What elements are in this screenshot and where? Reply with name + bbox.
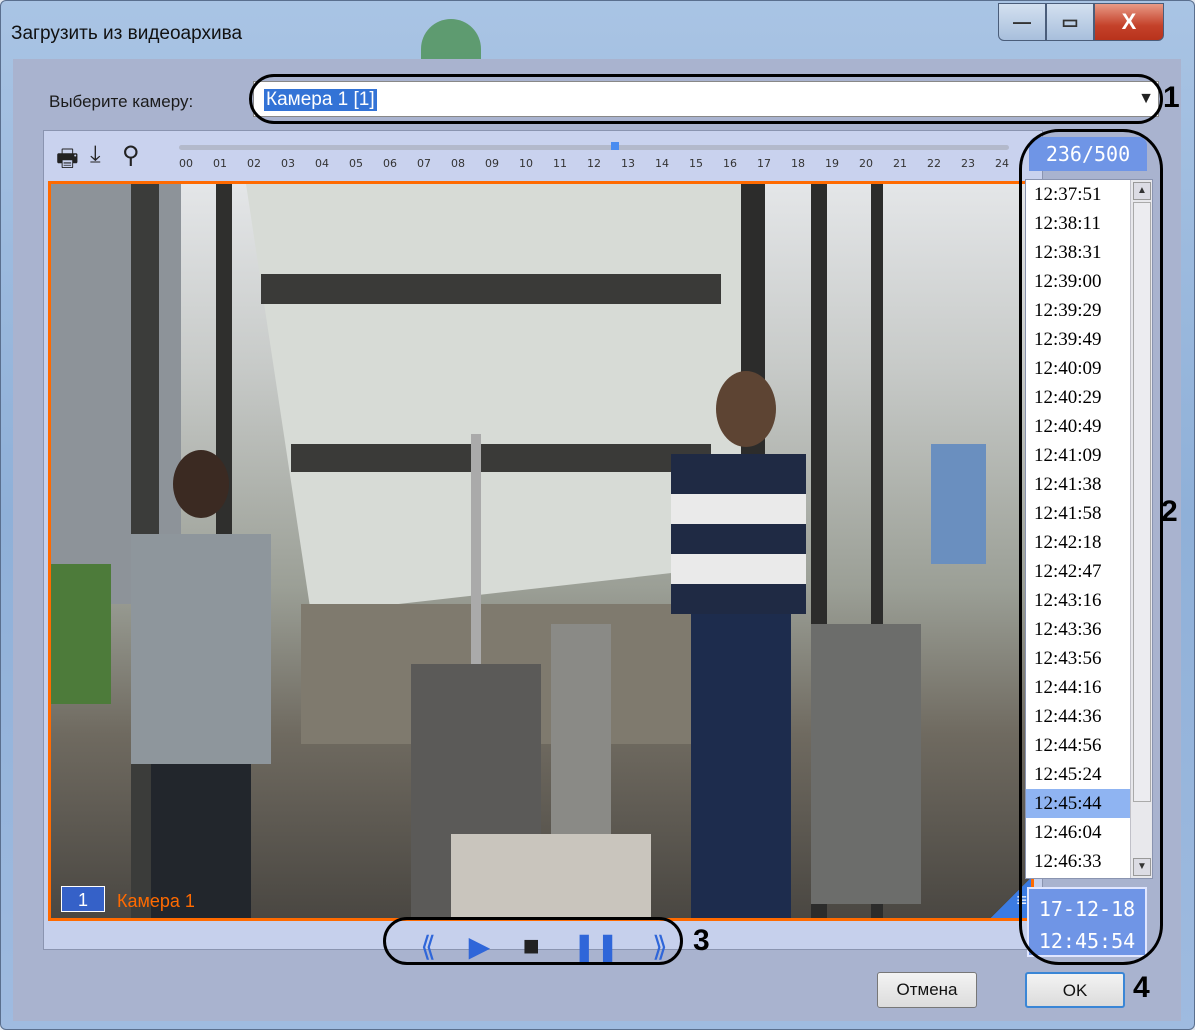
frame-list-item[interactable]: 12:39:00: [1026, 267, 1130, 296]
current-datetime: 17-12-18 12:45:54: [1027, 887, 1147, 957]
timeline-tick-label: 16: [723, 157, 737, 170]
annotation-marker-2: 2: [1161, 495, 1178, 528]
frame-list-item[interactable]: 12:42:18: [1026, 528, 1130, 557]
annotation-marker-1: 1: [1163, 81, 1180, 114]
timeline-tick-label: 18: [791, 157, 805, 170]
timeline-tick-label: 06: [383, 157, 397, 170]
timeline-tick-label: 11: [553, 157, 567, 170]
timeline-track[interactable]: [179, 145, 1009, 150]
timeline-tick-label: 05: [349, 157, 363, 170]
annotation-marker-3: 3: [693, 924, 710, 957]
play-button[interactable]: ▶: [469, 930, 491, 963]
minimize-button[interactable]: —: [998, 3, 1046, 41]
archive-dialog: Загрузить из видеоархива — ▭ X Выберите …: [0, 0, 1195, 1030]
timeline-tick-label: 15: [689, 157, 703, 170]
frame-list-item[interactable]: 12:46:33: [1026, 847, 1130, 876]
frame-list-item[interactable]: 12:41:38: [1026, 470, 1130, 499]
timeline-cursor[interactable]: [610, 142, 619, 150]
rewind-button[interactable]: ⟪: [420, 930, 436, 963]
frame-counter: 236/500: [1029, 137, 1147, 171]
timeline-tick-label: 21: [893, 157, 907, 170]
timeline[interactable]: 00 01 02 03 04 05 06 07 08 09 10 11 12 13 14 15 16 17 18 19…: [179, 139, 1009, 177]
camera-name-label: Камера 1: [117, 891, 195, 911]
scroll-down-icon[interactable]: ▼: [1133, 858, 1151, 876]
frame-list-item[interactable]: 12:40:49: [1026, 412, 1130, 441]
playback-controls: ⟪ ▶ ■ ❚❚ ⟫: [404, 926, 684, 966]
frame-list-item[interactable]: 12:43:16: [1026, 586, 1130, 615]
camera-select-value: Камера 1 [1]: [264, 89, 377, 111]
title-bar: Загрузить из видеоархива — ▭ X: [1, 1, 1194, 59]
camera-select[interactable]: Камера 1 [1] ▼: [253, 81, 1159, 117]
frame-list-item[interactable]: 12:45:44: [1026, 789, 1130, 818]
timeline-ticks: 00 01 02 03 04 05 06 07 08 09 10 11 12 13 14 15 16 17 18 19…: [179, 157, 1009, 170]
frame-list-item[interactable]: 12:41:58: [1026, 499, 1130, 528]
frame-list-item[interactable]: 12:41:09: [1026, 441, 1130, 470]
frame-list-item[interactable]: 12:40:29: [1026, 383, 1130, 412]
video-frame[interactable]: 1 Камера 1 ≡: [48, 181, 1034, 921]
timeline-tick-label: 04: [315, 157, 329, 170]
dialog-body: Выберите камеру: Камера 1 [1] ▼ 1 🖶 ⤓ ⚲ …: [13, 59, 1181, 1021]
chevron-down-icon[interactable]: ▼: [1138, 90, 1154, 108]
video-player: 🖶 ⤓ ⚲ 00 01 02 03 04 05 06 07 08 09 10 11 12 13 14 15 16…: [43, 130, 1043, 962]
timeline-tick-label: 08: [451, 157, 465, 170]
current-date: 17-12-18: [1038, 897, 1136, 921]
frame-list-item[interactable]: 12:37:51: [1026, 180, 1130, 209]
camera-select-label: Выберите камеру:: [49, 92, 194, 111]
timeline-tick-label: 13: [621, 157, 635, 170]
scroll-thumb[interactable]: [1133, 202, 1151, 802]
timeline-tick-label: 03: [281, 157, 295, 170]
scroll-up-icon[interactable]: ▲: [1133, 182, 1151, 200]
timeline-tick-label: 09: [485, 157, 499, 170]
frame-list-item[interactable]: 12:39:29: [1026, 296, 1130, 325]
frame-list-item[interactable]: 12:43:36: [1026, 615, 1130, 644]
timeline-tick-label: 14: [655, 157, 669, 170]
timeline-tick-label: 07: [417, 157, 431, 170]
frame-list-item[interactable]: 12:38:11: [1026, 209, 1130, 238]
frame-list-item[interactable]: 12:44:16: [1026, 673, 1130, 702]
timeline-tick-label: 22: [927, 157, 941, 170]
timeline-tick-label: 17: [757, 157, 771, 170]
frame-list-item[interactable]: 12:42:47: [1026, 557, 1130, 586]
timeline-tick-label: 10: [519, 157, 533, 170]
timeline-tick-label: 23: [961, 157, 975, 170]
timeline-tick-label: 12: [587, 157, 601, 170]
player-toolbar: 🖶 ⤓ ⚲ 00 01 02 03 04 05 06 07 08 09 10 11 12 13 14 15 16…: [44, 131, 1042, 181]
frame-list-item[interactable]: 12:45:24: [1026, 760, 1130, 789]
stop-button[interactable]: ■: [523, 930, 540, 962]
timeline-tick-label: 00: [179, 157, 193, 170]
current-time: 12:45:54: [1038, 929, 1136, 953]
download-icon[interactable]: ⤓: [90, 141, 101, 169]
frame-list-item[interactable]: 12:43:56: [1026, 644, 1130, 673]
annotation-marker-4: 4: [1133, 971, 1150, 1004]
frames-scrollbar[interactable]: ▲ ▼: [1130, 180, 1152, 878]
maximize-button[interactable]: ▭: [1046, 3, 1094, 41]
frames-list[interactable]: 12:37:51 12:38:11 12:38:31 12:39:00 12:39:29…: [1025, 179, 1153, 879]
frame-list-item[interactable]: 12:39:49: [1026, 325, 1130, 354]
timeline-tick-label: 02: [247, 157, 261, 170]
timeline-tick-label: 19: [825, 157, 839, 170]
frame-list-item[interactable]: 12:44:36: [1026, 702, 1130, 731]
cancel-button[interactable]: Отмена: [877, 972, 977, 1008]
print-icon[interactable]: 🖶: [56, 141, 79, 182]
frame-list-item[interactable]: 12:38:31: [1026, 238, 1130, 267]
window-buttons: — ▭ X: [998, 3, 1164, 41]
frame-list-item[interactable]: 12:44:56: [1026, 731, 1130, 760]
ok-button[interactable]: OK: [1025, 972, 1125, 1008]
video-scene: [51, 184, 986, 918]
frame-list-item[interactable]: 12:46:04: [1026, 818, 1130, 847]
pause-button[interactable]: ❚❚: [572, 930, 619, 963]
camera-number-badge: 1: [61, 886, 105, 912]
zoom-icon[interactable]: ⚲: [122, 141, 140, 170]
background-icon: [421, 19, 481, 59]
forward-button[interactable]: ⟫: [652, 930, 668, 963]
timeline-tick-label: 01: [213, 157, 227, 170]
frame-list-item[interactable]: 12:40:09: [1026, 354, 1130, 383]
timeline-tick-label: 24: [995, 157, 1009, 170]
timeline-tick-label: 20: [859, 157, 873, 170]
frames-list-items: 12:37:51 12:38:11 12:38:31 12:39:00 12:39:29…: [1026, 180, 1130, 876]
close-button[interactable]: X: [1094, 3, 1164, 41]
frames-panel: 236/500 12:37:51 12:38:11 12:38:31 12:39:00…: [1021, 131, 1161, 961]
window-title: Загрузить из видеоархива: [11, 23, 243, 44]
